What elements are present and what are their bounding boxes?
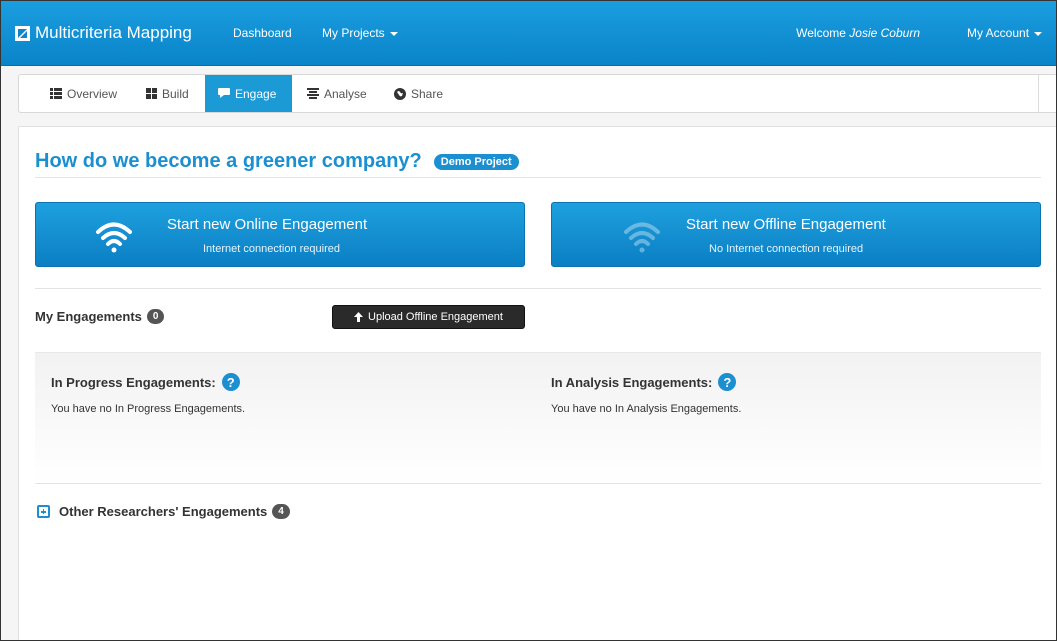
tab-share[interactable]: Share [381, 75, 456, 112]
demo-project-badge: Demo Project [433, 153, 519, 170]
tab-divider [1038, 75, 1039, 112]
in-progress-empty-text: You have no In Progress Engagements. [51, 403, 246, 415]
brand-name: Multicriteria Mapping [35, 23, 192, 42]
tab-engage-label: Engage [235, 86, 277, 101]
app-window: Multicriteria Mapping Dashboard My Proje… [0, 0, 1057, 641]
other-researchers-count: 4 [272, 504, 290, 519]
online-engagement-sub: Internet connection required [203, 243, 340, 255]
tab-analyse[interactable]: Analyse [294, 75, 380, 112]
nav-my-account[interactable]: My Account [967, 26, 1043, 40]
project-tabs: Overview Build Engage Analyse Share [18, 74, 1056, 113]
in-analysis-title: In Analysis Engagements: [551, 374, 713, 390]
engage-panel: How do we become a greener company? Demo… [18, 126, 1056, 640]
upload-label: Upload Offline Engagement [368, 311, 503, 323]
divider [35, 483, 1041, 484]
nav-my-account-label: My Account [967, 26, 1030, 40]
tab-build-label: Build [162, 86, 189, 101]
in-progress-title: In Progress Engagements: [51, 374, 216, 390]
in-analysis-empty-text: You have no In Analysis Engagements. [551, 403, 742, 415]
wifi-icon [624, 222, 660, 253]
tab-overview[interactable]: Overview [37, 75, 130, 112]
project-title: How do we become a greener company? [35, 150, 422, 172]
online-engagement-label: Start new Online Engagement [167, 216, 368, 233]
nav-my-projects[interactable]: My Projects [322, 26, 398, 40]
help-icon[interactable]: ? [718, 373, 737, 391]
welcome-text: Welcome Josie Coburn [796, 26, 920, 40]
welcome-prefix: Welcome [796, 26, 846, 40]
other-researchers-label: Other Researchers' Engagements [59, 504, 268, 519]
comment-icon [218, 88, 230, 98]
brand-logo-icon [15, 25, 30, 41]
start-online-engagement-button[interactable]: Start new Online Engagement Internet con… [35, 202, 525, 267]
caret-down-icon [389, 31, 398, 36]
arrow-up-icon [354, 312, 364, 322]
tab-engage[interactable]: Engage [205, 75, 292, 112]
offline-engagement-label: Start new Offline Engagement [686, 216, 886, 233]
nav-dashboard[interactable]: Dashboard [233, 26, 292, 40]
tab-share-label: Share [411, 86, 444, 101]
in-analysis-heading: In Analysis Engagements: ? [551, 373, 737, 391]
tab-build[interactable]: Build [133, 75, 202, 112]
tab-overview-label: Overview [67, 86, 118, 101]
grid-icon [146, 88, 157, 99]
user-name: Josie Coburn [849, 26, 920, 40]
in-progress-heading: In Progress Engagements: ? [51, 373, 240, 391]
project-heading: How do we become a greener company? Demo… [35, 150, 519, 173]
offline-engagement-sub: No Internet connection required [709, 243, 864, 255]
globe-icon [394, 87, 406, 100]
my-engagements-count: 0 [146, 309, 165, 324]
wifi-icon [96, 222, 132, 253]
list-icon [50, 88, 62, 99]
align-icon [307, 88, 319, 99]
start-offline-engagement-button[interactable]: Start new Offline Engagement No Internet… [551, 202, 1041, 267]
tab-analyse-label: Analyse [324, 86, 367, 101]
expand-plus-icon[interactable] [37, 505, 50, 518]
upload-offline-engagement-button[interactable]: Upload Offline Engagement [332, 305, 525, 329]
brand-link[interactable]: Multicriteria Mapping [15, 23, 192, 43]
engagements-well: In Progress Engagements: ? You have no I… [35, 352, 1041, 485]
nav-my-projects-label: My Projects [322, 26, 385, 40]
my-engagements-heading: My Engagements 0 [35, 309, 165, 324]
caret-down-icon [1034, 31, 1043, 36]
help-icon[interactable]: ? [221, 373, 240, 391]
my-engagements-label: My Engagements [35, 309, 142, 324]
divider [35, 288, 1041, 289]
divider [35, 177, 1041, 178]
top-navbar: Multicriteria Mapping Dashboard My Proje… [1, 1, 1056, 66]
other-researchers-heading[interactable]: Other Researchers' Engagements 4 [37, 504, 290, 519]
